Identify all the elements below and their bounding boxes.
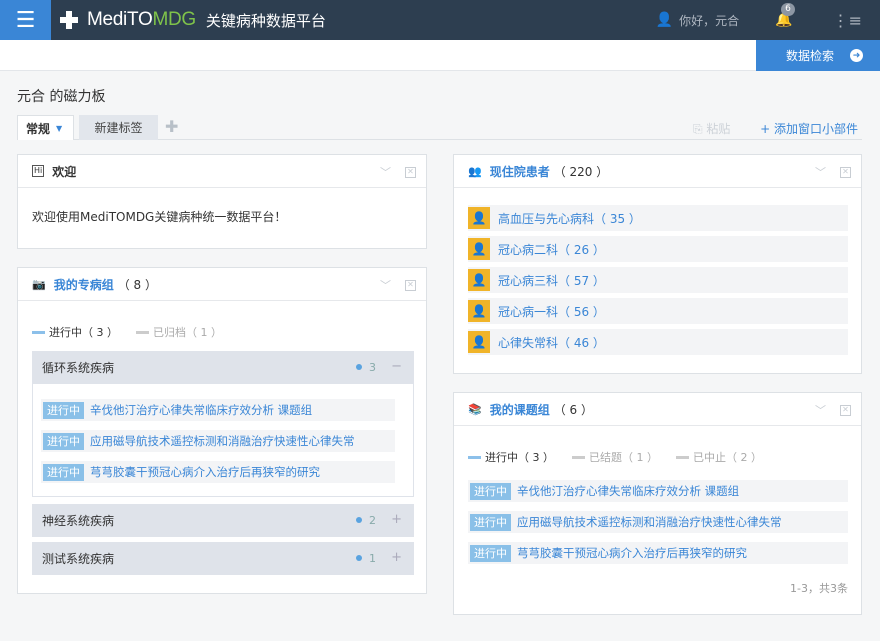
- panel-title: 欢迎: [52, 164, 77, 179]
- status-tag: 进行中: [43, 463, 84, 481]
- list-item[interactable]: 进行中 应用磁导航技术遥控标测和消融治疗快速性心律失常: [468, 511, 848, 533]
- welcome-panel: Hi 欢迎 ﹀ ✕ 欢迎使用MediTOMDG关键病种统一数据平台！: [17, 154, 427, 249]
- filter-in-progress[interactable]: 进行中（ 3 ）: [468, 449, 554, 465]
- filter-archived[interactable]: 已归档（ 1 ）: [136, 324, 222, 340]
- item-link[interactable]: 芎芎胶囊干预冠心病介入治疗后再狭窄的研究: [517, 545, 747, 561]
- add-widget-button[interactable]: + 添加窗口小部件: [760, 120, 858, 137]
- list-item[interactable]: 进行中 应用磁导航技术遥控标测和消融治疗快速性心律失常: [41, 430, 395, 452]
- dept-item[interactable]: 👤 冠心病三科（ 57 ）: [468, 267, 848, 293]
- notification-badge: 6: [781, 3, 795, 16]
- patient-avatar-icon: 👤: [468, 269, 490, 291]
- group-header-circulatory[interactable]: 循环系统疾病 3 −: [32, 351, 414, 384]
- item-link[interactable]: 辛伐他汀治疗心律失常临床疗效分析 课题组: [517, 483, 739, 499]
- filter-stopped[interactable]: 已中止（ 2 ）: [676, 449, 762, 465]
- tab-regular[interactable]: 常规 ▼: [17, 115, 74, 140]
- sub-bar: 数据检索 ➜: [0, 40, 880, 71]
- user-greeting: 你好，元合: [679, 13, 740, 28]
- top-bar: ☰ MediTOMDG 关键病种数据平台 👤 你好，元合 🔔 6 ⋮≡: [0, 0, 880, 40]
- board-title: 元合 的磁力板: [17, 89, 106, 105]
- status-tag: 进行中: [470, 513, 511, 531]
- status-tag: 进行中: [43, 432, 84, 450]
- brand-name: MediTOMDG: [87, 9, 196, 30]
- notifications-button[interactable]: 🔔 6: [775, 3, 795, 28]
- list-item[interactable]: 进行中 芎芎胶囊干预冠心病介入治疗后再狭窄的研究: [41, 461, 395, 483]
- list-item[interactable]: 进行中 辛伐他汀治疗心律失常临床疗效分析 课题组: [468, 480, 848, 502]
- group-count: 1: [369, 552, 376, 565]
- close-icon[interactable]: ✕: [840, 404, 851, 416]
- filter-completed[interactable]: 已结题（ 1 ）: [572, 449, 658, 465]
- caret-down-icon[interactable]: ▼: [56, 124, 62, 133]
- dept-item[interactable]: 👤 高血压与先心病科（ 35 ）: [468, 205, 848, 231]
- close-icon[interactable]: ✕: [405, 279, 416, 291]
- list-item[interactable]: 进行中 芎芎胶囊干预冠心病介入治疗后再狭窄的研究: [468, 542, 848, 564]
- item-link[interactable]: 辛伐他汀治疗心律失常临床疗效分析 课题组: [90, 402, 312, 418]
- disease-groups-panel: 📷 我的专病组 （ 8 ） ﹀ ✕ 进行中（ 3 ） 已归档（ 1 ） 循环系统疾…: [17, 267, 427, 594]
- count-dot: [356, 555, 362, 561]
- dept-item[interactable]: 👤 冠心病二科（ 26 ）: [468, 236, 848, 262]
- more-menu-icon[interactable]: ⋮≡: [833, 11, 862, 30]
- collapse-icon[interactable]: ﹀: [380, 277, 391, 293]
- panel-title[interactable]: 我的课题组: [490, 401, 550, 418]
- camera-icon: 📷: [32, 277, 46, 291]
- arrow-right-icon: ➜: [850, 49, 864, 62]
- dept-item[interactable]: 👤 冠心病一科（ 56 ）: [468, 298, 848, 324]
- books-icon: 📚: [468, 402, 482, 416]
- collapse-icon[interactable]: ﹀: [380, 164, 391, 180]
- pagination-info: 1-3，共3条: [790, 582, 848, 595]
- patient-avatar-icon: 👤: [468, 238, 490, 260]
- count-dot: [356, 517, 362, 523]
- panel-count: （ 220 ）: [553, 164, 609, 179]
- group-body: 进行中 辛伐他汀治疗心律失常临床疗效分析 课题组 进行中 应用磁导航技术遥控标测…: [32, 384, 414, 497]
- panel-title[interactable]: 我的专病组: [54, 276, 114, 293]
- patient-avatar-icon: 👤: [468, 300, 490, 322]
- group-count: 2: [369, 514, 376, 527]
- collapse-icon[interactable]: ﹀: [815, 164, 826, 180]
- list-item[interactable]: 进行中 辛伐他汀治疗心律失常临床疗效分析 课题组: [41, 399, 395, 421]
- group-header-test[interactable]: 测试系统疾病 1 +: [32, 542, 414, 575]
- panel-title[interactable]: 现住院患者: [490, 163, 550, 180]
- collapse-icon[interactable]: ﹀: [815, 402, 826, 418]
- data-search-button[interactable]: 数据检索 ➜: [756, 40, 880, 71]
- medical-cross-icon: [59, 10, 79, 30]
- patient-avatar-icon: 👤: [468, 331, 490, 353]
- collapse-toggle[interactable]: −: [391, 359, 402, 374]
- item-link[interactable]: 芎芎胶囊干预冠心病介入治疗后再狭窄的研究: [90, 464, 320, 480]
- add-tab-icon[interactable]: ✚: [165, 117, 178, 136]
- dept-item[interactable]: 👤 心律失常科（ 46 ）: [468, 329, 848, 355]
- menu-icon[interactable]: ☰: [0, 0, 51, 40]
- hi-icon: Hi: [32, 165, 45, 177]
- user-icon: 👤: [655, 12, 674, 28]
- status-tag: 进行中: [470, 482, 511, 500]
- item-link[interactable]: 应用磁导航技术遥控标测和消融治疗快速性心律失常: [517, 514, 782, 530]
- platform-title: 关键病种数据平台: [205, 11, 326, 30]
- panel-count: （ 8 ）: [117, 277, 157, 292]
- count-dot: [356, 364, 362, 370]
- tab-new[interactable]: 新建标签: [79, 115, 158, 140]
- group-header-nervous[interactable]: 神经系统疾病 2 +: [32, 504, 414, 537]
- logo: MediTOMDG 关键病种数据平台: [59, 9, 326, 31]
- user-menu[interactable]: 👤 你好，元合: [656, 12, 739, 29]
- filter-in-progress[interactable]: 进行中（ 3 ）: [32, 324, 118, 340]
- users-icon: 👥: [468, 164, 482, 178]
- group-count: 3: [369, 361, 376, 374]
- expand-toggle[interactable]: +: [391, 550, 402, 565]
- status-tag: 进行中: [43, 401, 84, 419]
- patient-avatar-icon: 👤: [468, 207, 490, 229]
- projects-panel: 📚 我的课题组 （ 6 ） ﹀ ✕ 进行中（ 3 ） 已结题（ 1 ） 已中止（ …: [453, 392, 862, 615]
- expand-toggle[interactable]: +: [391, 512, 402, 527]
- tab-bar: 常规 ▼ 新建标签 ✚ ⎘ 粘贴 + 添加窗口小部件: [17, 115, 862, 140]
- item-link[interactable]: 应用磁导航技术遥控标测和消融治疗快速性心律失常: [90, 433, 355, 449]
- status-tag: 进行中: [470, 544, 511, 562]
- inpatients-panel: 👥 现住院患者 （ 220 ） ﹀ ✕ 👤 高血压与先心病科（ 35 ） 👤 冠心病二…: [453, 154, 862, 374]
- close-icon[interactable]: ✕: [840, 166, 851, 178]
- data-search-label: 数据检索: [786, 49, 835, 63]
- welcome-message: 欢迎使用MediTOMDG关键病种统一数据平台！: [32, 210, 287, 224]
- paste-button[interactable]: ⎘ 粘贴: [693, 120, 730, 137]
- close-icon[interactable]: ✕: [405, 166, 416, 178]
- panel-count: （ 6 ）: [553, 402, 593, 417]
